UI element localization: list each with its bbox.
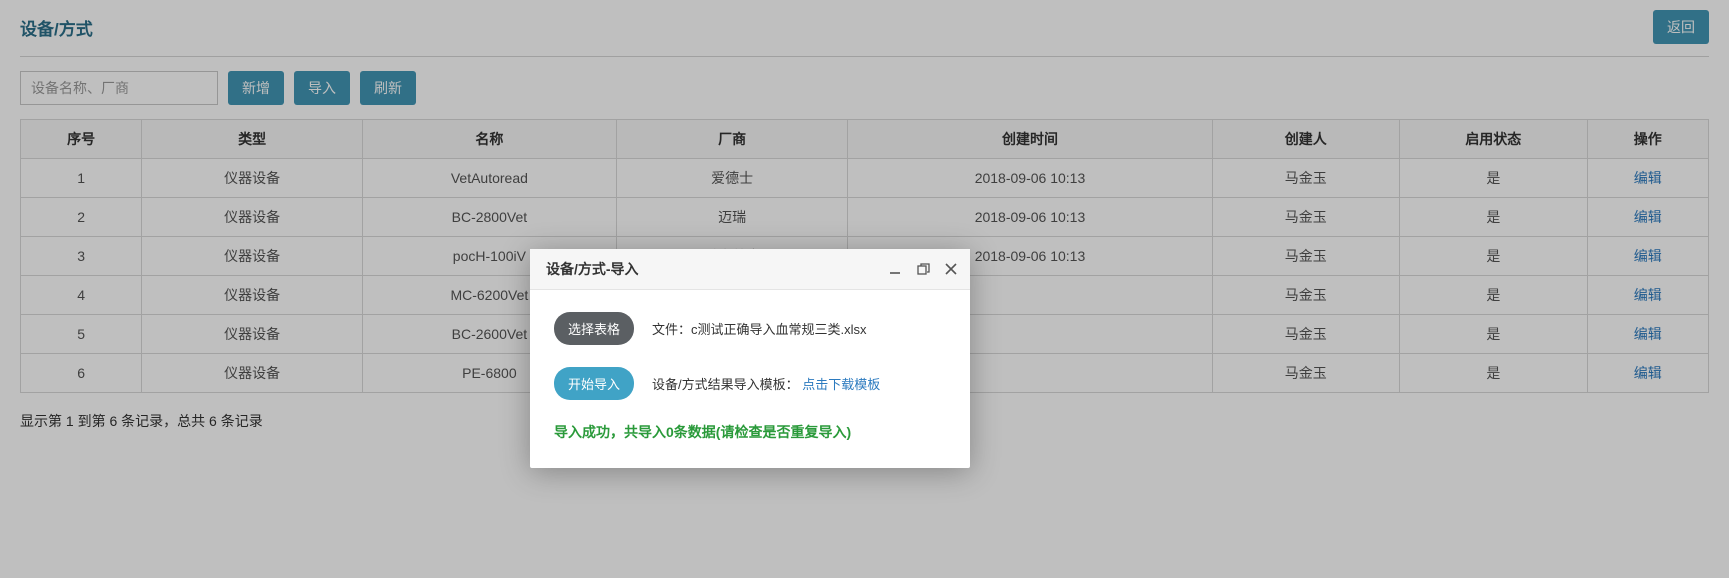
file-name: c测试正确导入血常规三类.xlsx (691, 322, 867, 337)
import-success-message: 导入成功，共导入0条数据(请检查是否重复导入) (554, 422, 946, 442)
file-label: 文件：c测试正确导入血常规三类.xlsx (652, 319, 867, 338)
template-label-text: 设备/方式结果导入模板： (652, 377, 799, 392)
start-import-button[interactable]: 开始导入 (554, 367, 634, 400)
modal-header: 设备/方式-导入 (530, 249, 970, 290)
maximize-icon[interactable] (916, 262, 930, 276)
modal-title: 设备/方式-导入 (546, 259, 639, 279)
modal-row-select: 选择表格 文件：c测试正确导入血常规三类.xlsx (554, 312, 946, 345)
close-icon[interactable] (944, 262, 958, 276)
download-template-link[interactable]: 点击下载模板 (802, 377, 880, 392)
modal-controls (888, 262, 958, 276)
import-modal: 设备/方式-导入 选择表格 文件：c测试正确导入血常规 (530, 249, 970, 468)
minimize-icon[interactable] (888, 262, 902, 276)
modal-row-start: 开始导入 设备/方式结果导入模板： 点击下载模板 (554, 367, 946, 400)
modal-body: 选择表格 文件：c测试正确导入血常规三类.xlsx 开始导入 设备/方式结果导入… (530, 290, 970, 468)
template-label: 设备/方式结果导入模板： 点击下载模板 (652, 374, 880, 393)
select-file-button[interactable]: 选择表格 (554, 312, 634, 345)
file-label-prefix: 文件： (652, 322, 691, 337)
